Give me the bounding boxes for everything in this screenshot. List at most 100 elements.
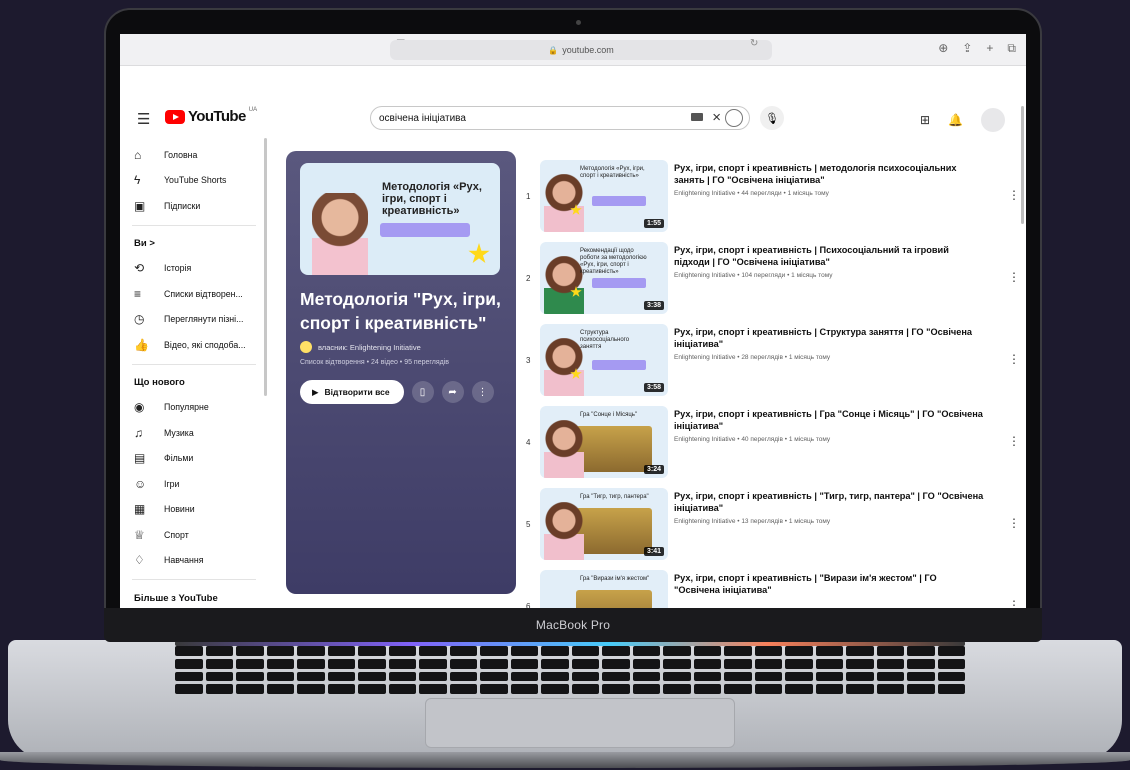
keyboard-key: [663, 658, 691, 669]
keyboard-key: [602, 671, 630, 682]
avatar[interactable]: [981, 108, 1006, 132]
sidebar-item-subscriptions[interactable]: ▣ Підписки: [132, 193, 262, 219]
more-icon[interactable]: ⋮: [1008, 188, 1020, 202]
video-thumbnail[interactable]: Гра "Тигр, тигр, пантера" 3:41: [540, 488, 668, 560]
video-title[interactable]: Рух, ігри, спорт і креативність | Гра "С…: [674, 408, 984, 432]
playlist-video-row[interactable]: 6 Гра "Вирази ім'я жестом" Рух, ігри, сп…: [520, 568, 1020, 608]
video-title[interactable]: Рух, ігри, спорт і креативність | методо…: [674, 162, 984, 186]
mic-icon[interactable]: 🎙: [760, 106, 784, 130]
play-all-button[interactable]: ▶ Відтворити все: [300, 380, 404, 404]
sidebar-item-liked[interactable]: 👍 Відео, які сподоба...: [132, 332, 262, 358]
search-input[interactable]: освічена ініціатива ×: [370, 106, 750, 130]
video-title[interactable]: Рух, ігри, спорт і креативність | "Тигр,…: [674, 490, 984, 514]
more-icon[interactable]: ⋮: [1008, 516, 1020, 530]
sidebar-item-watch-later[interactable]: ◷ Переглянути пізні...: [132, 307, 262, 333]
video-thumbnail[interactable]: Структура психосоціального заняття 3:58: [540, 324, 668, 396]
video-thumbnail[interactable]: Гра "Сонце і Місяць" 3:24: [540, 406, 668, 478]
sidebar-item-label: Новини: [164, 504, 195, 515]
playlist-video-row[interactable]: 2 Рекомендації щодо роботи за методологі…: [520, 240, 1020, 322]
keyboard-key: [785, 646, 813, 656]
keyboard-key: [815, 684, 843, 694]
sidebar-item-playlists[interactable]: ≡ Списки відтворен...: [132, 281, 262, 307]
video-index: 3: [526, 356, 531, 365]
share-icon[interactable]: ⇪: [962, 41, 972, 56]
video-title[interactable]: Рух, ігри, спорт і креативність | "Вираз…: [674, 572, 984, 596]
keyboard-key: [419, 671, 447, 682]
address-bar[interactable]: 🔒 youtube.com: [390, 40, 772, 60]
playlist-video-row[interactable]: 1 Методологія «Рух, ігри, спорт і креати…: [520, 158, 1020, 240]
video-thumbnail[interactable]: Рекомендації щодо роботи за методологією…: [540, 242, 668, 314]
keyboard-key: [388, 684, 416, 694]
share-icon[interactable]: ➦: [441, 381, 464, 403]
thumbnail-title: Методологія «Рух, ігри, спорт і креативн…: [382, 181, 482, 217]
music-icon: ♫: [134, 425, 143, 440]
sidebar-item-trending[interactable]: ◉ Популярне: [132, 395, 262, 421]
sidebar-item-news[interactable]: ▦ Новини: [132, 497, 262, 523]
keyboard-key: [419, 646, 447, 656]
channel-avatar: [300, 341, 312, 353]
thumbnail-tag: [592, 360, 646, 370]
keyboard-key: [449, 684, 477, 694]
star-icon: [468, 243, 490, 264]
presenter-image: [312, 193, 368, 275]
more-icon[interactable]: ⋮: [1008, 598, 1020, 608]
keyboard-key: [388, 646, 416, 656]
reload-icon[interactable]: ↻: [750, 38, 758, 49]
presenter-image: [544, 502, 584, 560]
sidebar-item-gaming[interactable]: ☺ Ігри: [132, 471, 262, 497]
keyboard-key: [907, 684, 935, 694]
playlist-owner[interactable]: власник: Enlightening Initiative: [300, 341, 502, 353]
keyboard-key: [510, 684, 538, 694]
presenter-image: [544, 256, 584, 314]
video-thumbnail[interactable]: Гра "Вирази ім'я жестом": [540, 570, 668, 608]
sidebar-item-movies[interactable]: ▤ Фільми: [132, 446, 262, 472]
sidebar-item-sport[interactable]: ♕ Спорт: [132, 522, 262, 548]
youtube-logo[interactable]: YouTube UA: [165, 107, 257, 125]
keyboard-key: [693, 671, 721, 682]
search-icon[interactable]: [725, 109, 743, 127]
page-scrollbar[interactable]: [1021, 106, 1024, 224]
keyboard-key: [236, 671, 264, 682]
keyboard-key: [846, 671, 874, 682]
scene-image: [576, 508, 652, 554]
tabs-icon[interactable]: ⧉: [1007, 41, 1016, 56]
playlist-video-row[interactable]: 3 Структура психосоціального заняття 3:5…: [520, 322, 1020, 404]
browser-actions: ⊕ ⇪ + ⧉: [938, 41, 1016, 56]
save-icon[interactable]: ▯: [411, 381, 434, 403]
keyboard-key: [266, 658, 294, 669]
more-icon[interactable]: ⋮: [1008, 270, 1020, 284]
more-icon[interactable]: ⋮: [1008, 434, 1020, 448]
playlist-actions: ▶ Відтворити все ▯ ➦ ⋮: [300, 380, 502, 404]
video-index: 6: [526, 602, 531, 608]
sidebar-item-shorts[interactable]: ϟ YouTube Shorts: [132, 168, 262, 194]
sidebar-item-home[interactable]: ⌂ Головна: [132, 142, 262, 168]
keyboard-key: [876, 646, 904, 656]
create-icon[interactable]: ⊞: [920, 113, 930, 127]
new-tab-icon[interactable]: +: [986, 41, 993, 56]
thumbnail-title: Методологія «Рух, ігри, спорт і креативн…: [580, 166, 645, 179]
close-icon[interactable]: ×: [712, 109, 721, 126]
laptop-base-edge: [0, 752, 1130, 768]
keyboard-key: [632, 658, 660, 669]
video-title[interactable]: Рух, ігри, спорт і креативність | Структ…: [674, 326, 984, 350]
thumbnail-title: Гра "Вирази ім'я жестом": [580, 576, 650, 582]
playlist-video-row[interactable]: 4 Гра "Сонце і Місяць" 3:24 Рух, ігри, с…: [520, 404, 1020, 486]
sidebar-item-label: Переглянути пізні...: [164, 314, 244, 325]
sidebar-scrollbar[interactable]: [264, 138, 267, 396]
sidebar-item-learning[interactable]: ♢ Навчання: [132, 548, 262, 574]
more-icon[interactable]: ⋮: [471, 381, 494, 403]
keyboard-icon[interactable]: [691, 113, 703, 121]
playlist-thumbnail[interactable]: Методологія «Рух, ігри, спорт і креативн…: [300, 163, 500, 275]
more-icon[interactable]: ⋮: [1008, 352, 1020, 366]
sidebar-item-history[interactable]: ⟲ Історія: [132, 256, 262, 282]
menu-icon[interactable]: ☰: [137, 110, 150, 128]
playlist-video-row[interactable]: 5 Гра "Тигр, тигр, пантера" 3:41 Рух, іг…: [520, 486, 1020, 568]
video-duration: 3:58: [643, 383, 664, 392]
keyboard-key: [266, 646, 294, 656]
video-title[interactable]: Рух, ігри, спорт і креативність | Психос…: [674, 244, 984, 268]
video-thumbnail[interactable]: Методологія «Рух, ігри, спорт і креативн…: [540, 160, 668, 232]
bell-icon[interactable]: 🔔: [948, 113, 963, 127]
download-icon[interactable]: ⊕: [938, 41, 948, 56]
sidebar-item-music[interactable]: ♫ Музика: [132, 420, 262, 446]
sidebar-heading-you[interactable]: Ви >: [132, 232, 262, 256]
